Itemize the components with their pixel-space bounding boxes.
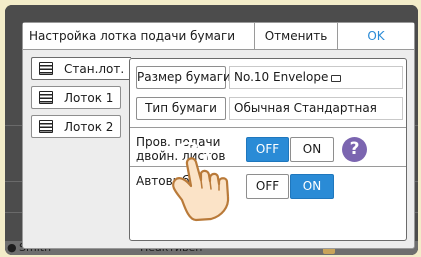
auto-select-on-toggle[interactable]: ON bbox=[290, 174, 334, 199]
tab-tray-1[interactable]: Лоток 1 bbox=[31, 86, 121, 109]
paper-size-text: No.10 Envelope bbox=[234, 70, 329, 84]
dialog-title: Настройка лотка подачи бумаги bbox=[29, 29, 236, 43]
section-divider bbox=[130, 127, 406, 128]
landscape-envelope-icon bbox=[331, 75, 342, 82]
double-feed-on-toggle[interactable]: ON bbox=[290, 137, 334, 162]
tray-icon bbox=[39, 62, 53, 75]
tab-label: Лоток 2 bbox=[64, 120, 114, 134]
pointing-hand-icon bbox=[172, 142, 230, 222]
ok-button[interactable]: OK bbox=[338, 23, 414, 49]
paper-type-value: Обычная Стандартная bbox=[229, 97, 403, 120]
paper-size-button[interactable]: Размер бумаги bbox=[136, 66, 231, 89]
tray-icon bbox=[39, 120, 53, 133]
paper-size-value: No.10 Envelope bbox=[229, 66, 403, 89]
tab-standard-tray[interactable]: Стан.лот. bbox=[31, 57, 131, 80]
dialog-header: Настройка лотка подачи бумаги Отменить O… bbox=[23, 23, 414, 50]
tab-tray-2[interactable]: Лоток 2 bbox=[31, 115, 121, 138]
user-icon: ● bbox=[7, 241, 17, 254]
paper-type-button[interactable]: Тип бумаги bbox=[136, 97, 226, 120]
tab-label: Лоток 1 bbox=[64, 91, 114, 105]
help-icon[interactable]: ? bbox=[342, 137, 367, 162]
cancel-button[interactable]: Отменить bbox=[254, 23, 338, 49]
tray-icon bbox=[39, 91, 53, 104]
tab-label: Стан.лот. bbox=[64, 62, 125, 76]
